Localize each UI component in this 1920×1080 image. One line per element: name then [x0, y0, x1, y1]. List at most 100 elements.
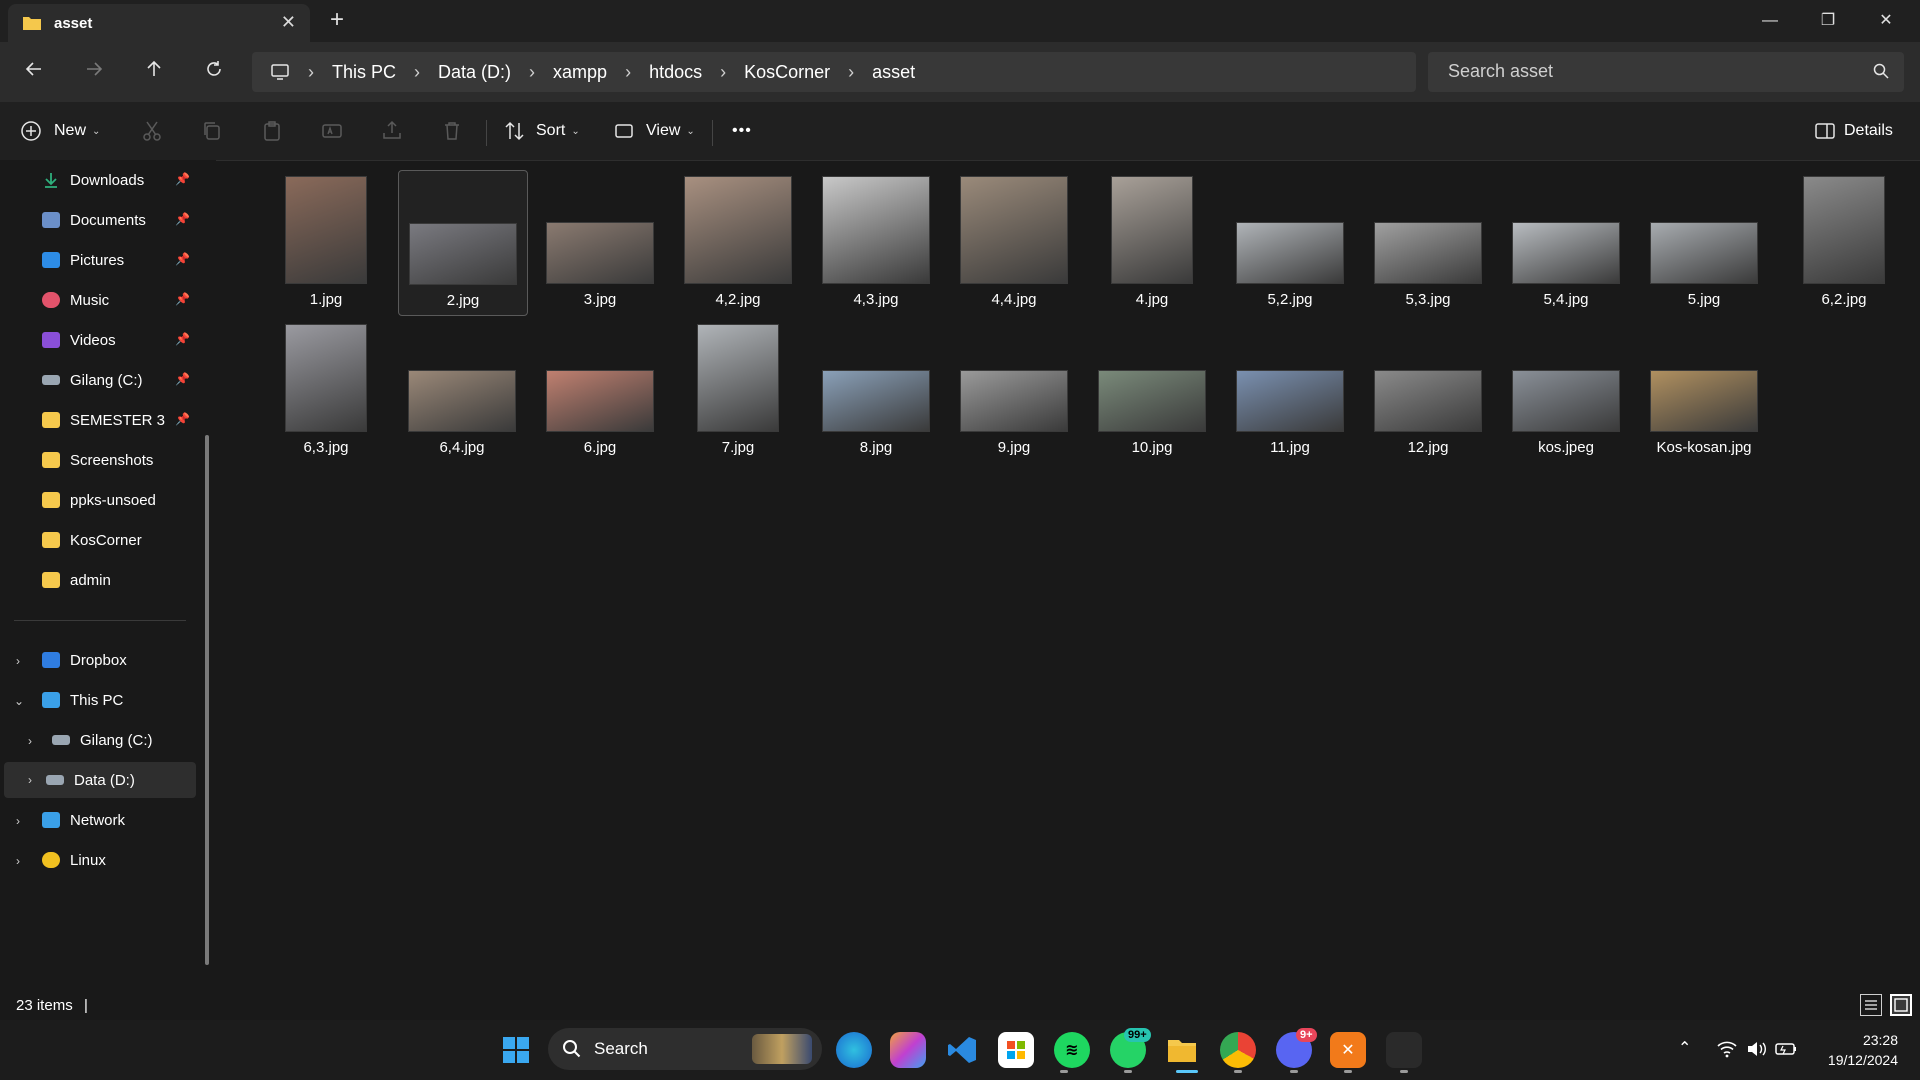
sidebar-item-pictures[interactable]: Pictures 📌	[42, 242, 198, 278]
copilot-icon[interactable]	[890, 1032, 926, 1068]
chevron-up-icon[interactable]: ⌃	[1678, 1038, 1691, 1058]
sidebar-item-music[interactable]: Music 📌	[42, 282, 198, 318]
chevron-right-icon[interactable]: ›	[16, 654, 20, 668]
copy-icon[interactable]	[200, 119, 224, 143]
file-item[interactable]: 11.jpg	[1226, 318, 1354, 462]
close-tab-button[interactable]: ✕	[281, 12, 296, 33]
pin-icon[interactable]: 📌	[175, 172, 190, 186]
sidebar-item-screenshots[interactable]: Screenshots	[42, 442, 198, 478]
pin-icon[interactable]: 📌	[175, 372, 190, 386]
breadcrumb-asset[interactable]: asset	[872, 62, 915, 83]
battery-icon[interactable]	[1774, 1040, 1798, 1058]
file-item[interactable]: 5.jpg	[1640, 170, 1768, 314]
close-window-button[interactable]: ✕	[1866, 6, 1906, 36]
chevron-down-icon[interactable]: ⌄	[14, 694, 24, 708]
sidebar-item-documents[interactable]: Documents 📌	[42, 202, 198, 238]
file-item[interactable]: 12.jpg	[1364, 318, 1492, 462]
breadcrumb-koscorner[interactable]: KosCorner	[744, 62, 830, 83]
pin-icon[interactable]: 📌	[175, 252, 190, 266]
large-icons-view-icon[interactable]	[1890, 994, 1912, 1016]
view-button[interactable]: View ⌄	[614, 116, 695, 146]
details-view-icon[interactable]	[1860, 994, 1882, 1016]
file-item[interactable]: 6,3.jpg	[262, 318, 390, 462]
vscode-icon[interactable]	[944, 1032, 980, 1068]
sidebar-item-semester-3[interactable]: SEMESTER 3 📌	[42, 402, 198, 438]
file-item[interactable]: 6,2.jpg	[1780, 170, 1908, 314]
file-item[interactable]: 9.jpg	[950, 318, 1078, 462]
chevron-right-icon[interactable]: ›	[28, 734, 32, 748]
clock[interactable]: 23:28 19/12/2024	[1828, 1030, 1898, 1070]
chevron-right-icon[interactable]: ›	[16, 814, 20, 828]
file-explorer-icon[interactable]	[1164, 1032, 1200, 1068]
sidebar-item-this-pc[interactable]: This PC	[42, 682, 198, 718]
sidebar-item-data-d[interactable]: › Data (D:)	[4, 762, 196, 798]
edge-icon[interactable]	[836, 1032, 872, 1068]
cut-icon[interactable]	[140, 119, 164, 143]
file-item[interactable]: 4,2.jpg	[674, 170, 802, 314]
forward-button[interactable]	[78, 56, 110, 88]
file-item[interactable]: 5,2.jpg	[1226, 170, 1354, 314]
chevron-right-icon[interactable]: ›	[28, 773, 32, 787]
xampp-icon[interactable]: ✕	[1330, 1032, 1366, 1068]
sidebar-item-videos[interactable]: Videos 📌	[42, 322, 198, 358]
restore-button[interactable]: ❐	[1808, 6, 1848, 36]
file-item[interactable]: 4,3.jpg	[812, 170, 940, 314]
sidebar-item-ppks-unsoed[interactable]: ppks-unsoed	[42, 482, 198, 518]
sort-button[interactable]: Sort ⌄	[504, 116, 580, 146]
pin-icon[interactable]: 📌	[175, 292, 190, 306]
rename-icon[interactable]	[320, 119, 344, 143]
file-item[interactable]: 7.jpg	[674, 318, 802, 462]
sidebar-item-gilang-c[interactable]: Gilang (C:)	[52, 722, 198, 758]
breadcrumb-data-d[interactable]: Data (D:)	[438, 62, 511, 83]
wifi-icon[interactable]	[1716, 1040, 1738, 1058]
file-item[interactable]: 6,4.jpg	[398, 318, 526, 462]
tab-asset[interactable]: asset ✕	[8, 4, 310, 42]
chrome-icon[interactable]	[1220, 1032, 1256, 1068]
file-item[interactable]: 4,4.jpg	[950, 170, 1078, 314]
windows-start-icon[interactable]	[498, 1032, 534, 1068]
sidebar-item-linux[interactable]: Linux	[42, 842, 198, 878]
sidebar-item-koscorner[interactable]: KosCorner	[42, 522, 198, 558]
taskbar-search[interactable]: Search	[548, 1028, 822, 1070]
sidebar-item-dropbox[interactable]: Dropbox	[42, 642, 198, 678]
microsoft-store-icon[interactable]	[998, 1032, 1034, 1068]
sidebar-item-admin[interactable]: admin	[42, 562, 198, 598]
new-button[interactable]: New ⌄	[20, 116, 100, 146]
share-icon[interactable]	[380, 119, 404, 143]
new-tab-button[interactable]: +	[330, 6, 344, 34]
back-button[interactable]	[18, 56, 50, 88]
file-item[interactable]: 5,3.jpg	[1364, 170, 1492, 314]
more-options-button[interactable]: •••	[732, 116, 752, 146]
search-box[interactable]	[1428, 52, 1904, 92]
pin-icon[interactable]: 📌	[175, 332, 190, 346]
minimize-button[interactable]: —	[1750, 6, 1790, 36]
sidebar-item-downloads[interactable]: Downloads 📌	[42, 162, 198, 198]
address-bar[interactable]: › This PC › Data (D:) › xampp › htdocs ›…	[252, 52, 1416, 92]
up-button[interactable]	[138, 56, 170, 88]
file-item[interactable]: 10.jpg	[1088, 318, 1216, 462]
spotify-icon[interactable]: ≋	[1054, 1032, 1090, 1068]
app-icon[interactable]	[1386, 1032, 1422, 1068]
file-item[interactable]: 2.jpg	[398, 170, 528, 316]
refresh-button[interactable]	[198, 56, 230, 88]
sidebar-item-gilang-c[interactable]: Gilang (C:) 📌	[42, 362, 198, 398]
breadcrumb-xampp[interactable]: xampp	[553, 62, 607, 83]
file-item[interactable]: 5,4.jpg	[1502, 170, 1630, 314]
chevron-right-icon[interactable]: ›	[16, 854, 20, 868]
search-input[interactable]	[1446, 60, 1850, 83]
breadcrumb-htdocs[interactable]: htdocs	[649, 62, 702, 83]
delete-icon[interactable]	[440, 119, 464, 143]
sidebar-scrollbar[interactable]	[205, 435, 209, 965]
breadcrumb-this-pc[interactable]: This PC	[332, 62, 396, 83]
pin-icon[interactable]: 📌	[175, 212, 190, 226]
paste-icon[interactable]	[260, 119, 284, 143]
pin-icon[interactable]: 📌	[175, 412, 190, 426]
file-item[interactable]: 6.jpg	[536, 318, 664, 462]
sidebar-item-network[interactable]: Network	[42, 802, 198, 838]
file-item[interactable]: 3.jpg	[536, 170, 664, 314]
file-item[interactable]: kos.jpeg	[1502, 318, 1630, 462]
file-item[interactable]: 8.jpg	[812, 318, 940, 462]
file-item[interactable]: 4.jpg	[1088, 170, 1216, 314]
file-item[interactable]: Kos-kosan.jpg	[1640, 318, 1768, 462]
volume-icon[interactable]	[1746, 1040, 1768, 1058]
